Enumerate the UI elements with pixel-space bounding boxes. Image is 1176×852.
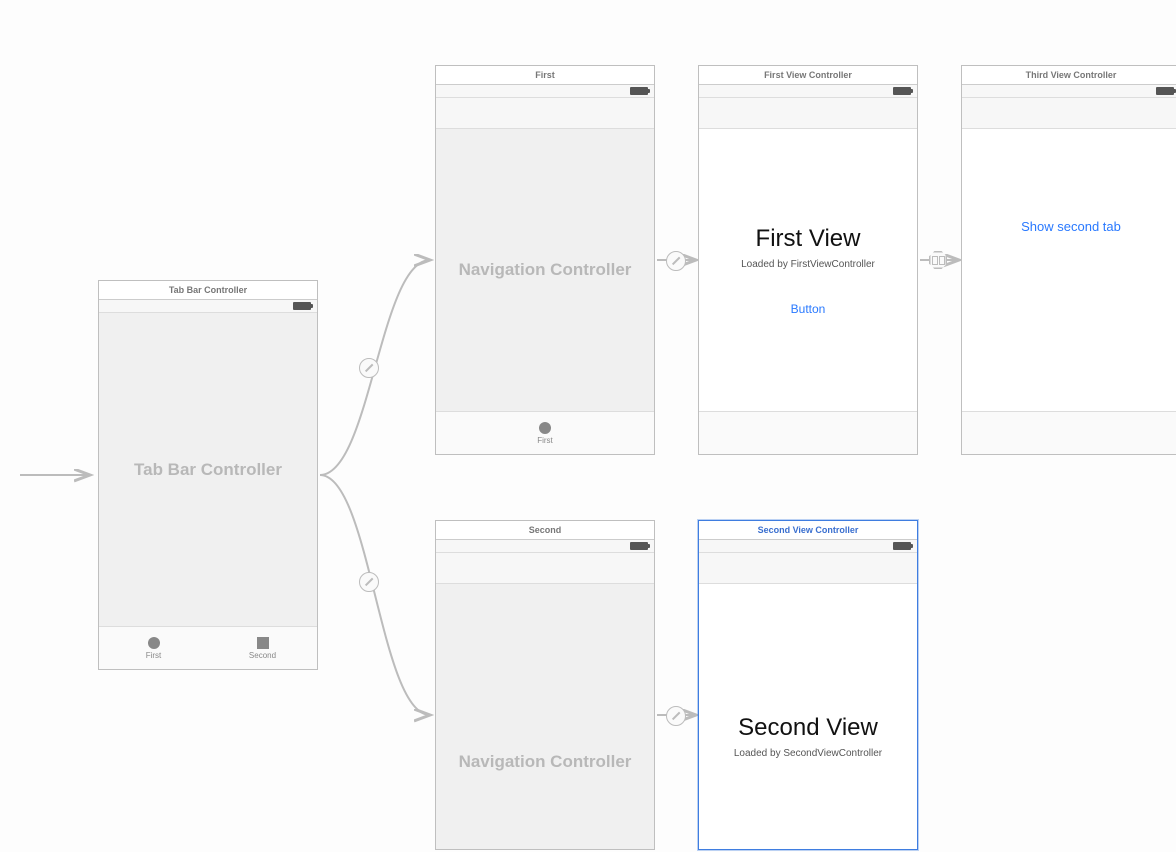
tab-item-first[interactable]: First [99, 627, 208, 669]
placeholder-label: Navigation Controller [459, 260, 632, 280]
button[interactable]: Button [791, 302, 826, 316]
battery-icon [630, 542, 648, 550]
scene-title: Second [436, 521, 654, 540]
segue-relationship-icon[interactable] [359, 358, 379, 378]
tab-item-first[interactable]: First [515, 412, 575, 454]
placeholder-label: Navigation Controller [459, 752, 632, 772]
scene-body: First View Loaded by FirstViewController… [699, 129, 917, 411]
square-icon [257, 637, 269, 649]
status-bar [699, 85, 917, 98]
scene-body: Tab Bar Controller [99, 313, 317, 626]
navigation-bar [699, 98, 917, 129]
tab-item-label: First [146, 651, 162, 660]
show-second-tab-button[interactable]: Show second tab [1021, 219, 1121, 234]
segue-line-icon [365, 578, 373, 586]
tab-bar [962, 411, 1176, 454]
battery-icon [1156, 87, 1174, 95]
scene-title: Second View Controller [699, 521, 917, 540]
storyboard-canvas[interactable]: Tab Bar Controller Tab Bar Controller Fi… [0, 0, 1176, 852]
navigation-bar [699, 553, 917, 584]
circle-icon [148, 637, 160, 649]
segue-show-icon[interactable] [929, 251, 947, 269]
segue-relationship-icon[interactable] [359, 572, 379, 592]
scene-third-view-controller[interactable]: Third View Controller Show second tab [961, 65, 1176, 455]
segue-line-icon [672, 712, 680, 720]
view-subtitle: Loaded by SecondViewController [734, 748, 882, 759]
scene-nav-controller-second[interactable]: Second Navigation Controller [435, 520, 655, 850]
navigation-bar [962, 98, 1176, 129]
scene-title: First View Controller [699, 66, 917, 85]
status-bar [436, 85, 654, 98]
scene-first-view-controller[interactable]: First View Controller First View Loaded … [698, 65, 918, 455]
battery-icon [293, 302, 311, 310]
tab-bar: First Second [99, 626, 317, 669]
status-bar [436, 540, 654, 553]
view-heading: First View [756, 225, 861, 253]
tab-item-label: First [537, 436, 553, 445]
scene-body: Second View Loaded by SecondViewControll… [699, 584, 917, 849]
segue-line-icon [672, 257, 680, 265]
battery-icon [630, 87, 648, 95]
scene-second-view-controller[interactable]: Second View Controller Second View Loade… [698, 520, 918, 850]
scene-body: Navigation Controller [436, 129, 654, 411]
tab-item-second[interactable]: Second [208, 627, 317, 669]
status-bar [962, 85, 1176, 98]
tab-bar: First [436, 411, 654, 454]
view-subtitle: Loaded by FirstViewController [741, 259, 875, 270]
tab-item-label: Second [249, 651, 276, 660]
segue-relationship-icon[interactable] [666, 706, 686, 726]
scene-body: Navigation Controller [436, 584, 654, 849]
navigation-bar [436, 98, 654, 129]
status-bar [699, 540, 917, 553]
scene-nav-controller-first[interactable]: First Navigation Controller First [435, 65, 655, 455]
circle-icon [539, 422, 551, 434]
segue-show-glyph [932, 256, 945, 265]
scene-title: First [436, 66, 654, 85]
battery-icon [893, 87, 911, 95]
segue-line-icon [365, 364, 373, 372]
status-bar [99, 300, 317, 313]
scene-tab-bar-controller[interactable]: Tab Bar Controller Tab Bar Controller Fi… [98, 280, 318, 670]
segue-relationship-icon[interactable] [666, 251, 686, 271]
battery-icon [893, 542, 911, 550]
navigation-bar [436, 553, 654, 584]
placeholder-label: Tab Bar Controller [134, 460, 282, 480]
scene-title: Third View Controller [962, 66, 1176, 85]
scene-title: Tab Bar Controller [99, 281, 317, 300]
scene-body: Show second tab [962, 129, 1176, 411]
view-heading: Second View [738, 714, 878, 742]
tab-bar [699, 411, 917, 454]
